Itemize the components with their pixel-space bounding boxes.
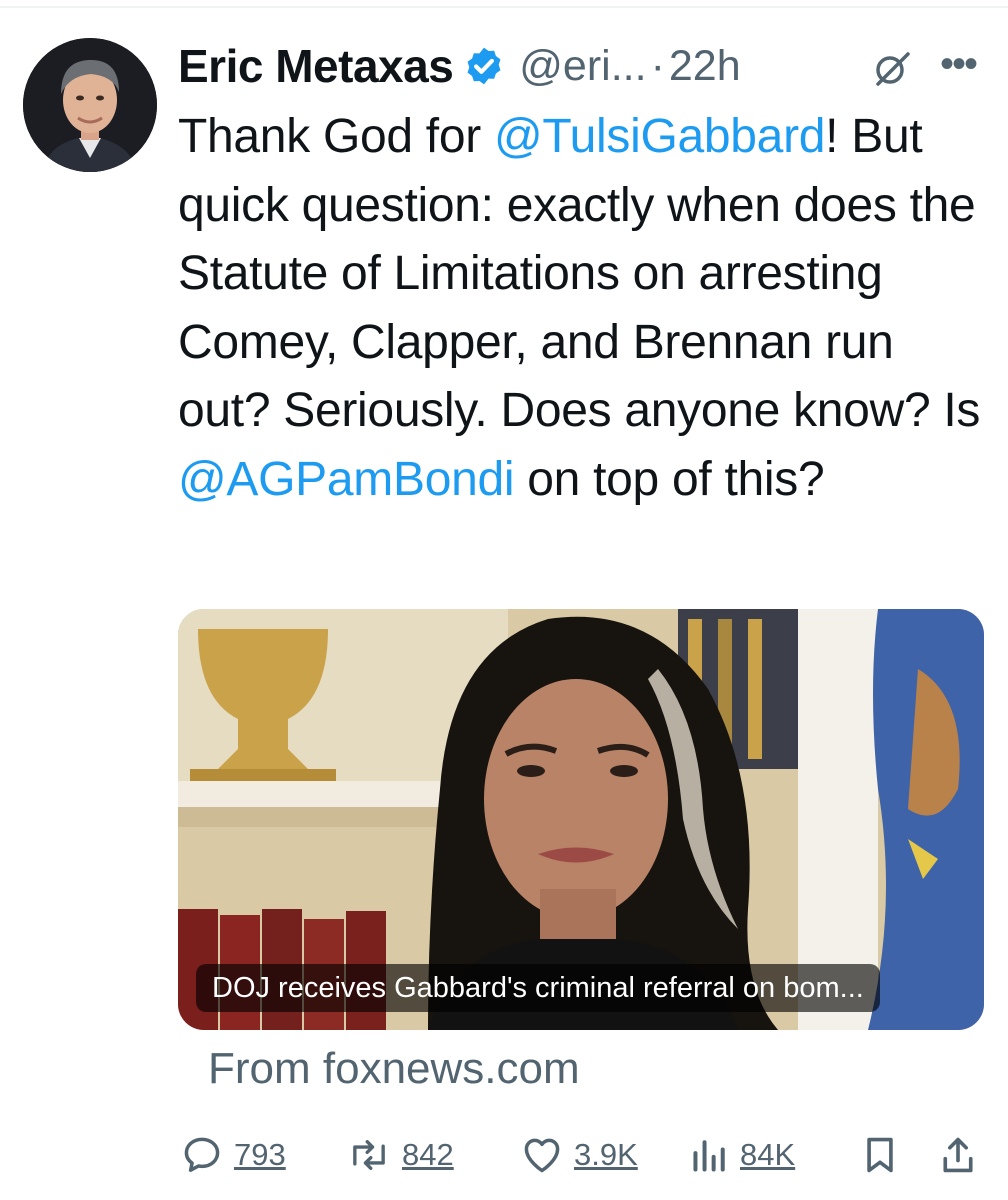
repost-count: 842: [402, 1137, 454, 1172]
author-handle[interactable]: @eri...: [519, 42, 646, 91]
views-button[interactable]: 84K: [690, 1128, 795, 1182]
tweet-timestamp[interactable]: 22h: [669, 42, 741, 91]
bookmark-icon: [860, 1133, 900, 1177]
card-caption: DOJ receives Gabbard's criminal referral…: [196, 964, 880, 1012]
tweet-text-segment: Thank God for: [178, 110, 494, 163]
like-count: 3.9K: [574, 1137, 638, 1172]
repost-button[interactable]: 842: [346, 1128, 454, 1182]
tweet-text-segment: on top of this?: [514, 452, 825, 506]
header-separator: ·: [650, 41, 665, 90]
share-icon: [938, 1133, 978, 1177]
share-button[interactable]: [938, 1128, 978, 1182]
tweet-actions: 793 842 3.9K 84K: [0, 1128, 1008, 1182]
bookmark-button[interactable]: [860, 1128, 900, 1182]
analytics-icon: [690, 1133, 730, 1177]
tweet-text: Thank God for @TulsiGabbard! But quick q…: [178, 103, 998, 514]
avatar-photo: [23, 38, 157, 172]
mention-tulsigabbard-link[interactable]: @TulsiGabbard: [494, 110, 825, 163]
reply-button[interactable]: 793: [180, 1128, 286, 1182]
card-source[interactable]: From foxnews.com: [208, 1044, 580, 1094]
reply-icon: [180, 1133, 224, 1177]
like-button[interactable]: 3.9K: [520, 1128, 638, 1182]
author-avatar[interactable]: [23, 38, 157, 172]
grok-icon[interactable]: [872, 48, 912, 88]
mention-agpambondi-link[interactable]: @AGPamBondi: [178, 453, 515, 506]
heart-icon: [520, 1133, 564, 1177]
tweet-header: Eric Metaxas @eri... · 22h: [178, 36, 741, 96]
verified-badge-icon[interactable]: [463, 45, 505, 87]
reply-count: 793: [234, 1137, 286, 1172]
author-name[interactable]: Eric Metaxas: [178, 39, 454, 93]
repost-icon: [346, 1133, 392, 1177]
views-count: 84K: [740, 1137, 796, 1172]
more-options-icon[interactable]: •••: [940, 44, 978, 84]
top-divider: [0, 6, 1008, 8]
